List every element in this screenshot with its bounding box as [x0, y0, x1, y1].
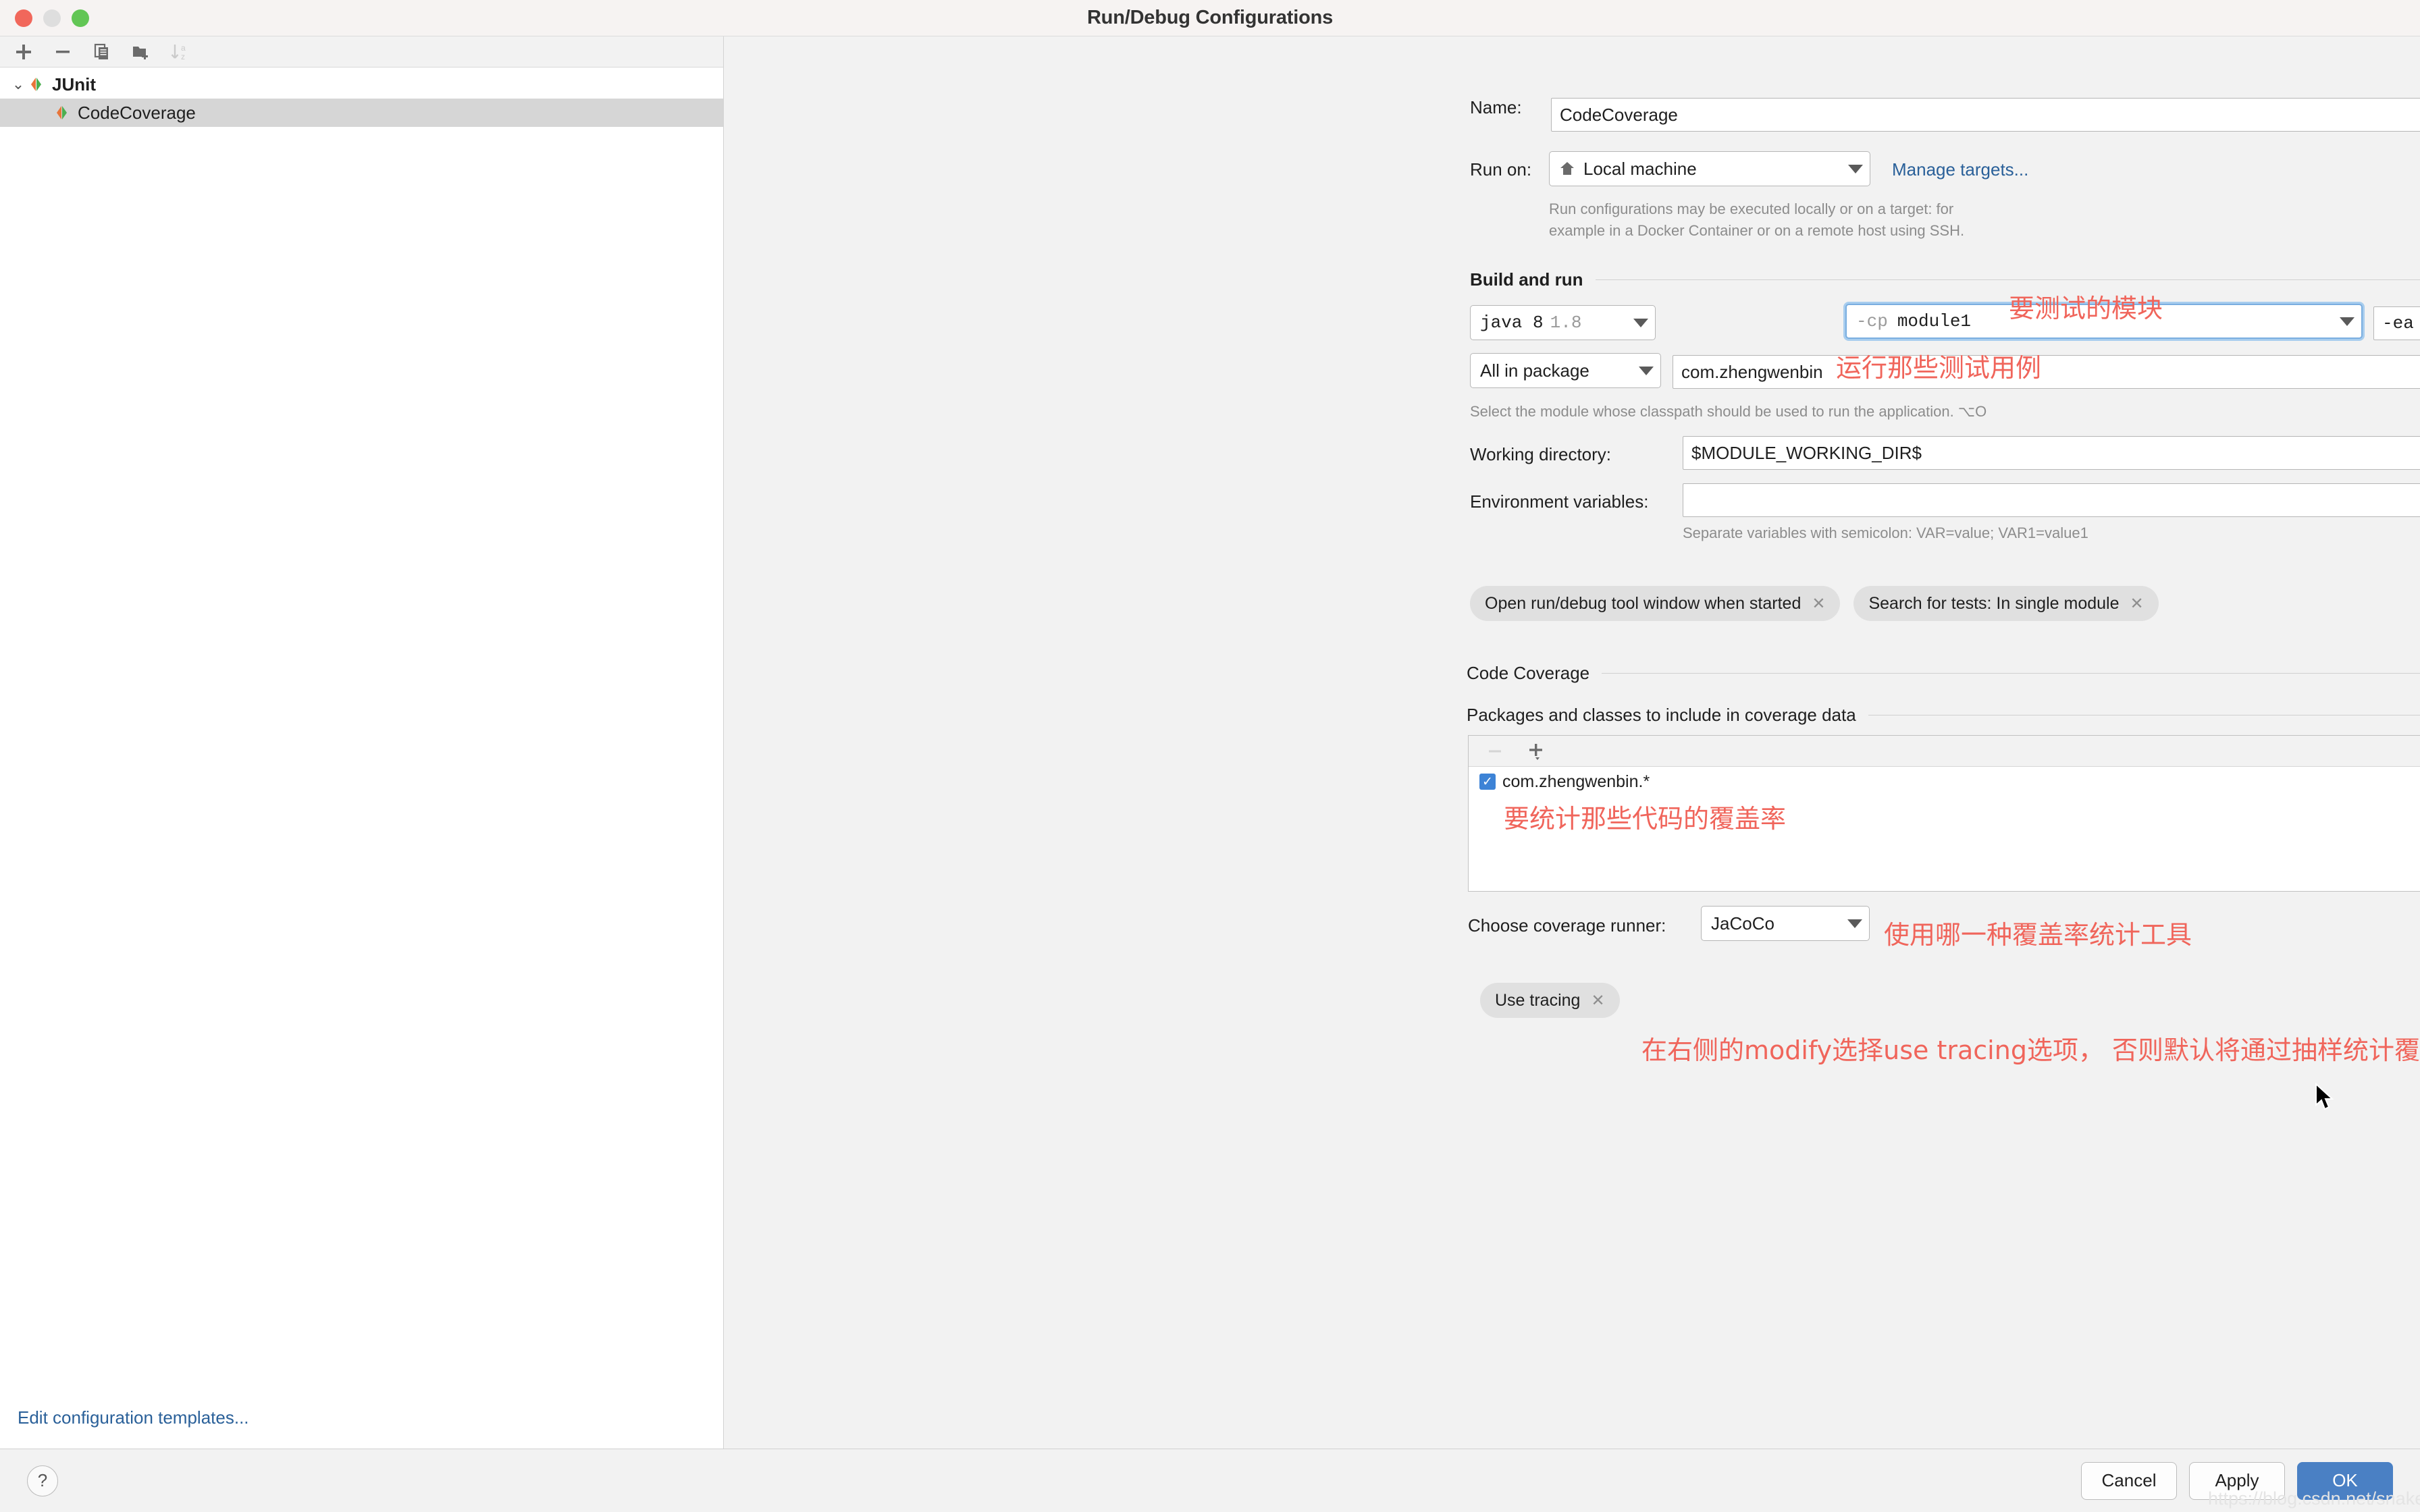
tree-item-codecoverage[interactable]: CodeCoverage: [0, 99, 723, 127]
close-icon[interactable]: ✕: [2130, 594, 2144, 614]
code-coverage-title: Code Coverage: [1467, 663, 1590, 683]
remove-configuration-button[interactable]: [51, 40, 74, 63]
tree-item-label: CodeCoverage: [78, 102, 196, 123]
environment-variables-hint: Separate variables with semicolon: VAR=v…: [1683, 524, 2088, 541]
chip-search-for-tests[interactable]: Search for tests: In single module ✕: [1853, 586, 2159, 621]
chevron-down-icon[interactable]: [1639, 366, 1654, 375]
module-value: module1: [1897, 311, 1972, 331]
coverage-runner-value: JaCoCo: [1711, 913, 1774, 934]
environment-variables-input[interactable]: [1683, 483, 2420, 517]
dialog-action-buttons: Cancel Apply OK: [2081, 1461, 2393, 1500]
code-coverage-section-header: Code Coverage Modify ⌄: [1467, 663, 2420, 684]
tree-group-label: JUnit: [52, 74, 96, 94]
run-on-row: Run on:: [1470, 159, 1531, 180]
add-configuration-button[interactable]: [12, 40, 35, 63]
chip-label: Search for tests: In single module: [1868, 593, 2120, 613]
sidebar-footer: Edit configuration templates...: [0, 1386, 723, 1449]
jdk-value: java 8: [1480, 313, 1544, 333]
chevron-down-icon[interactable]: [2340, 317, 2355, 326]
save-configuration-folder-icon[interactable]: [130, 40, 153, 63]
apply-button[interactable]: Apply: [2189, 1461, 2285, 1500]
vm-options-field[interactable]: -ea: [2373, 306, 2420, 340]
tree-group-junit[interactable]: ⌄ JUnit: [0, 70, 723, 99]
close-icon[interactable]: ✕: [1812, 594, 1825, 614]
packages-title: Packages and classes to include in cover…: [1467, 705, 1856, 725]
ok-button[interactable]: OK: [2297, 1461, 2393, 1500]
chip-open-run-debug-tool-window[interactable]: Open run/debug tool window when started …: [1470, 586, 1841, 621]
module-classpath-combobox[interactable]: -cp module1: [1845, 304, 2363, 339]
coverage-list-item[interactable]: ✓ com.zhengwenbin.*: [1469, 767, 2420, 796]
section-divider: [1595, 279, 2420, 280]
coverage-packages-listbox[interactable]: ✓ com.zhengwenbin.*: [1468, 735, 2420, 892]
environment-variables-label: Environment variables:: [1470, 491, 1649, 512]
chip-label: Use tracing: [1495, 990, 1581, 1010]
svg-text:z: z: [181, 52, 185, 61]
chip-use-tracing[interactable]: Use tracing ✕: [1480, 983, 1620, 1018]
coverage-item-label: com.zhengwenbin.*: [1502, 772, 1650, 791]
junit-icon: [27, 75, 46, 94]
chevron-down-icon[interactable]: [1633, 318, 1648, 327]
coverage-item-checkbox[interactable]: ✓: [1479, 774, 1496, 790]
cancel-button[interactable]: Cancel: [2081, 1461, 2177, 1500]
module-prefix: -cp: [1856, 311, 1888, 331]
jdk-version: 1.8: [1550, 313, 1582, 333]
option-chips-row: Open run/debug tool window when started …: [1470, 586, 2159, 621]
window-title: Run/Debug Configurations: [1086, 7, 1334, 28]
configuration-editor-panel: Name: Store as project file: [724, 36, 2420, 1449]
coverage-runner-combobox[interactable]: JaCoCo: [1701, 906, 1870, 941]
name-label: Name:: [1470, 97, 1522, 117]
manage-targets-link[interactable]: Manage targets...: [1892, 159, 2028, 180]
section-divider: [1602, 673, 2420, 674]
sort-alphabetically-icon[interactable]: a z: [169, 40, 192, 63]
add-package-button[interactable]: [1525, 740, 1548, 763]
annotation-coverage-runner: 使用哪一种覆盖率统计工具: [1884, 920, 2192, 950]
copy-configuration-icon[interactable]: [90, 40, 113, 63]
configurations-tree[interactable]: ⌄ JUnit CodeCoverage: [0, 68, 723, 1386]
build-and-run-section-header: Build and run Modify options ⌄ ⌥M: [1470, 269, 2420, 290]
close-icon[interactable]: ✕: [1591, 991, 1604, 1010]
name-input[interactable]: [1551, 98, 2420, 132]
jdk-combobox[interactable]: java 8 1.8: [1470, 305, 1656, 340]
coverage-runner-label: Choose coverage runner:: [1468, 915, 1666, 936]
junit-configuration-icon: [53, 103, 72, 122]
name-row: Name:: [1470, 97, 1522, 118]
run-on-hint-line1: Run configurations may be executed local…: [1549, 200, 1954, 217]
window-titlebar: Run/Debug Configurations: [0, 0, 2420, 36]
sidebar-toolbar: a z: [0, 36, 723, 68]
package-value: com.zhengwenbin: [1681, 361, 1823, 382]
module-hint: Select the module whose classpath should…: [1470, 403, 1987, 420]
mouse-cursor: [2314, 1082, 2337, 1117]
svg-text:a: a: [181, 43, 186, 53]
run-on-value: Local machine: [1583, 158, 1697, 179]
chevron-down-icon[interactable]: [1848, 164, 1863, 173]
chevron-down-icon[interactable]: [1847, 919, 1862, 928]
working-directory-input[interactable]: $MODULE_WORKING_DIR$: [1683, 436, 2420, 470]
annotation-use-tracing: 在右侧的modify选择use tracing选项， 否则默认将通过抽样统计覆盖…: [1641, 1035, 2420, 1065]
packages-section-header: Packages and classes to include in cover…: [1467, 705, 2420, 726]
run-on-combobox[interactable]: Local machine: [1549, 151, 1870, 186]
local-machine-icon: [1559, 161, 1575, 177]
working-directory-label: Working directory:: [1470, 444, 1612, 464]
dialog-footer: ? Cancel Apply OK https://blog.csdn.net/…: [0, 1449, 2420, 1512]
vm-options-value: -ea: [2382, 313, 2414, 333]
test-kind-combobox[interactable]: All in package: [1470, 353, 1661, 388]
section-divider: [1868, 715, 2420, 716]
working-directory-value: $MODULE_WORKING_DIR$: [1691, 442, 1922, 463]
run-on-hint-line2: example in a Docker Container or on a re…: [1549, 222, 1965, 239]
build-and-run-title: Build and run: [1470, 269, 1583, 290]
edit-configuration-templates-link[interactable]: Edit configuration templates...: [18, 1407, 249, 1428]
configurations-sidebar: a z ⌄ JUnit CodeCoverage Edit configurat…: [0, 36, 724, 1449]
remove-package-button[interactable]: [1483, 740, 1506, 763]
run-on-label: Run on:: [1470, 159, 1532, 180]
chip-label: Open run/debug tool window when started: [1485, 593, 1801, 613]
test-kind-value: All in package: [1480, 360, 1589, 381]
chevron-down-icon[interactable]: ⌄: [9, 76, 27, 93]
package-input[interactable]: com.zhengwenbin: [1673, 355, 2420, 389]
coverage-list-toolbar: [1469, 736, 2420, 767]
help-button[interactable]: ?: [27, 1465, 58, 1496]
